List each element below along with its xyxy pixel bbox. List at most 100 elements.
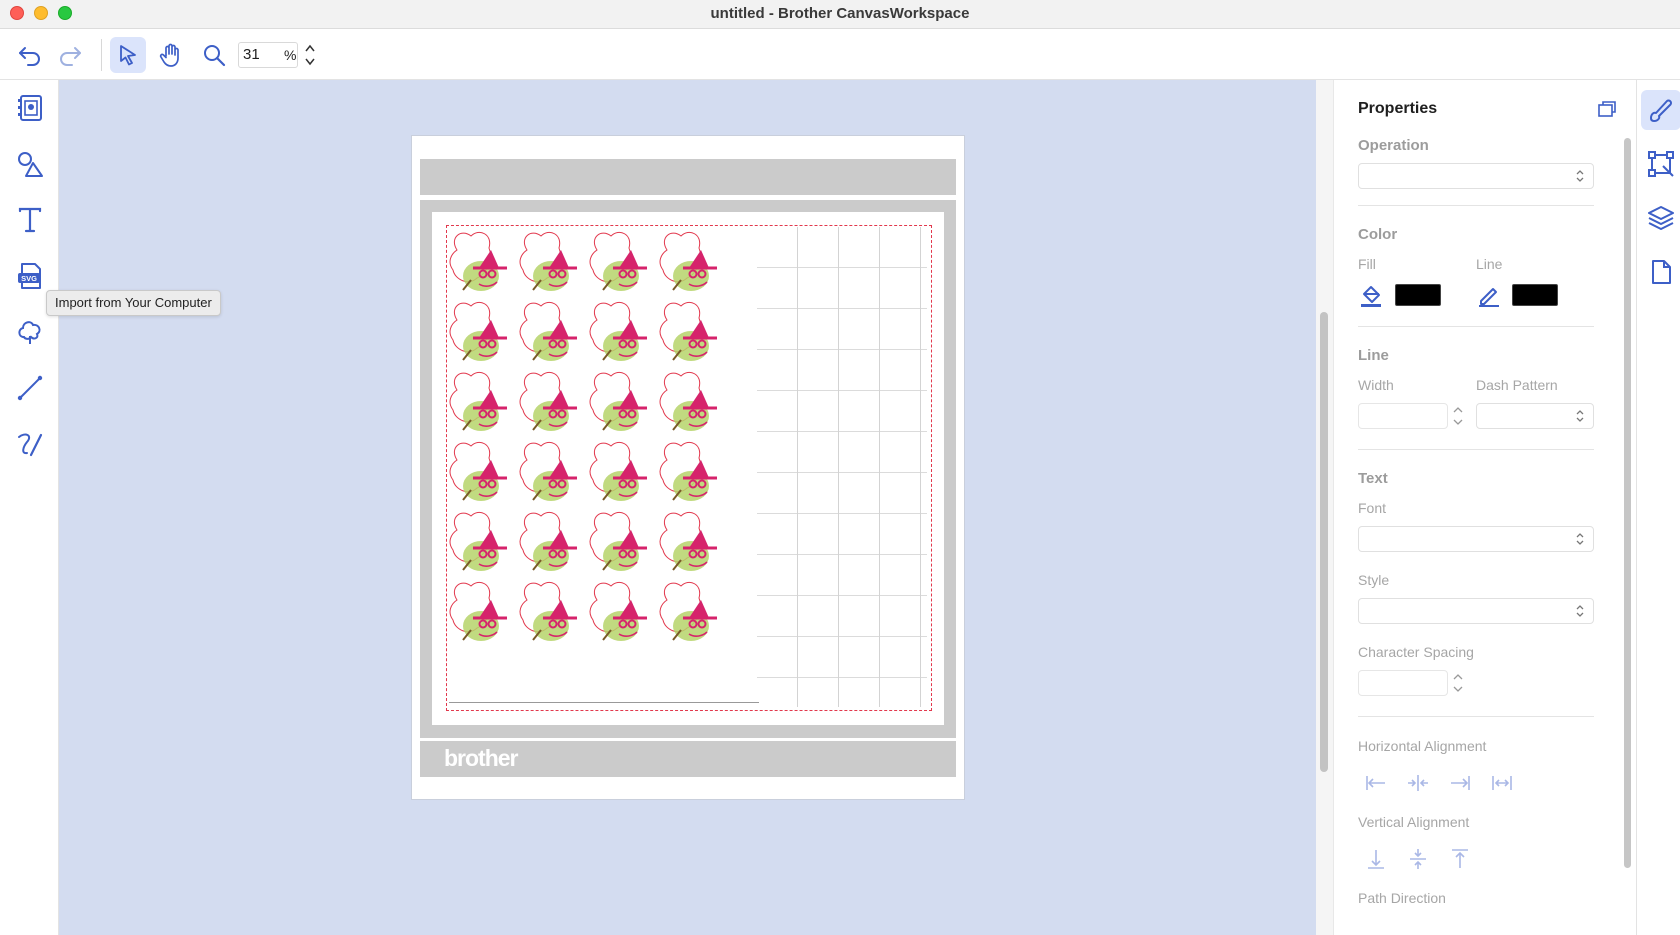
align-center-button[interactable] xyxy=(1404,769,1432,797)
templates-button[interactable] xyxy=(12,90,48,126)
section-divider xyxy=(1358,716,1594,717)
character-spacing-label: Character Spacing xyxy=(1358,644,1474,660)
align-justify-button[interactable] xyxy=(1488,769,1516,797)
mat-bottom-strip: brother xyxy=(420,741,956,777)
section-divider xyxy=(1358,205,1594,206)
line-icon xyxy=(17,375,43,401)
width-label: Width xyxy=(1358,377,1394,393)
align-left-button[interactable] xyxy=(1362,769,1390,797)
zoom-stepper[interactable] xyxy=(303,41,317,69)
redo-icon xyxy=(60,47,81,66)
character-spacing-stepper[interactable] xyxy=(1451,670,1465,696)
align-bottom-icon xyxy=(1368,850,1384,869)
line-section-title: Line xyxy=(1358,347,1389,364)
left-toolbar: SVG xyxy=(0,80,59,935)
layers-icon xyxy=(1648,206,1674,230)
pan-tool-button[interactable] xyxy=(153,37,189,73)
svg-import-icon: SVG xyxy=(18,263,41,289)
style-select[interactable] xyxy=(1358,598,1594,624)
zoom-tool-button[interactable] xyxy=(196,37,232,73)
dash-pattern-label: Dash Pattern xyxy=(1476,377,1558,393)
select-tool-button[interactable] xyxy=(110,37,146,73)
align-right-icon xyxy=(1451,776,1470,790)
pattern-grid xyxy=(449,230,719,643)
cutting-mat[interactable]: brother xyxy=(411,135,965,800)
window-title: untitled - Brother CanvasWorkspace xyxy=(710,5,970,22)
hand-icon xyxy=(159,43,179,67)
line-tool-button[interactable] xyxy=(12,370,48,406)
pointer-icon xyxy=(120,45,136,66)
chevron-updown-icon xyxy=(1576,410,1584,422)
font-select[interactable] xyxy=(1358,526,1594,552)
templates-icon xyxy=(18,95,42,121)
align-bottom-button[interactable] xyxy=(1362,845,1390,873)
mat-top-strip xyxy=(420,159,956,195)
pattern-icon xyxy=(18,321,41,344)
text-section-title: Text xyxy=(1358,470,1388,487)
detach-panel-icon[interactable] xyxy=(1598,101,1616,117)
title-bar: untitled - Brother CanvasWorkspace xyxy=(0,0,1680,29)
section-divider xyxy=(1358,449,1594,450)
align-left-icon xyxy=(1366,776,1385,790)
align-right-button[interactable] xyxy=(1446,769,1474,797)
align-top-icon xyxy=(1452,849,1468,868)
align-middle-button[interactable] xyxy=(1404,845,1432,873)
font-label: Font xyxy=(1358,500,1387,516)
freehand-tool-button[interactable] xyxy=(12,426,48,462)
import-svg-button[interactable]: SVG xyxy=(12,258,48,294)
toolbar-separator xyxy=(101,39,102,71)
tooltip: Import from Your Computer xyxy=(46,290,221,316)
mat-frame xyxy=(420,200,956,738)
character-spacing-field[interactable] xyxy=(1358,670,1448,696)
tab-transform[interactable] xyxy=(1641,144,1680,184)
tab-layers[interactable] xyxy=(1641,198,1680,238)
zoom-unit-label: % xyxy=(284,47,297,63)
mat-work-area[interactable] xyxy=(432,212,944,725)
line-color-swatch[interactable] xyxy=(1512,284,1558,306)
fill-color-swatch[interactable] xyxy=(1395,284,1441,306)
vertical-alignment-label: Vertical Alignment xyxy=(1358,814,1470,830)
paint-brush-icon xyxy=(1650,99,1672,122)
path-direction-label: Path Direction xyxy=(1358,890,1446,906)
undo-button[interactable] xyxy=(12,37,48,73)
magnifier-icon xyxy=(204,45,226,67)
shapes-button[interactable] xyxy=(12,146,48,182)
transform-icon xyxy=(1648,151,1674,177)
operation-select[interactable] xyxy=(1358,163,1594,189)
pattern-button[interactable] xyxy=(12,314,48,350)
tab-page[interactable] xyxy=(1641,252,1680,292)
chevron-updown-icon xyxy=(1576,170,1584,182)
canvas-area[interactable]: brother xyxy=(59,80,1316,935)
operation-section-title: Operation xyxy=(1358,137,1429,154)
design-pattern[interactable] xyxy=(449,228,739,648)
align-middle-icon xyxy=(1410,849,1426,869)
align-center-icon xyxy=(1408,775,1428,791)
text-tool-button[interactable] xyxy=(12,202,48,238)
section-divider xyxy=(1358,326,1594,327)
properties-title: Properties xyxy=(1358,100,1438,117)
panel-scrollbar[interactable] xyxy=(1624,138,1631,868)
panel-scrollbar-thumb[interactable] xyxy=(1320,312,1328,772)
right-tab-bar xyxy=(1636,80,1680,935)
align-top-button[interactable] xyxy=(1446,845,1474,873)
pen-icon xyxy=(1479,288,1499,307)
chevron-updown-icon xyxy=(1576,605,1584,617)
zoom-input[interactable] xyxy=(243,46,277,63)
redo-button[interactable] xyxy=(52,37,88,73)
tab-properties[interactable] xyxy=(1641,90,1680,130)
fill-label: Fill xyxy=(1358,256,1376,272)
chevron-updown-icon xyxy=(1576,533,1584,545)
page-icon xyxy=(1652,260,1671,284)
fill-bucket-icon xyxy=(1361,286,1381,307)
zoom-field[interactable]: % xyxy=(238,42,298,68)
freehand-icon xyxy=(18,433,43,457)
text-icon xyxy=(18,207,42,233)
align-justify-icon xyxy=(1492,776,1512,790)
line-width-field[interactable] xyxy=(1358,403,1448,429)
line-color-label: Line xyxy=(1476,256,1503,272)
line-width-stepper[interactable] xyxy=(1451,403,1465,429)
dash-pattern-select[interactable] xyxy=(1476,403,1594,429)
style-label: Style xyxy=(1358,572,1390,588)
mat-ruler xyxy=(449,702,759,704)
shapes-icon xyxy=(18,152,43,177)
